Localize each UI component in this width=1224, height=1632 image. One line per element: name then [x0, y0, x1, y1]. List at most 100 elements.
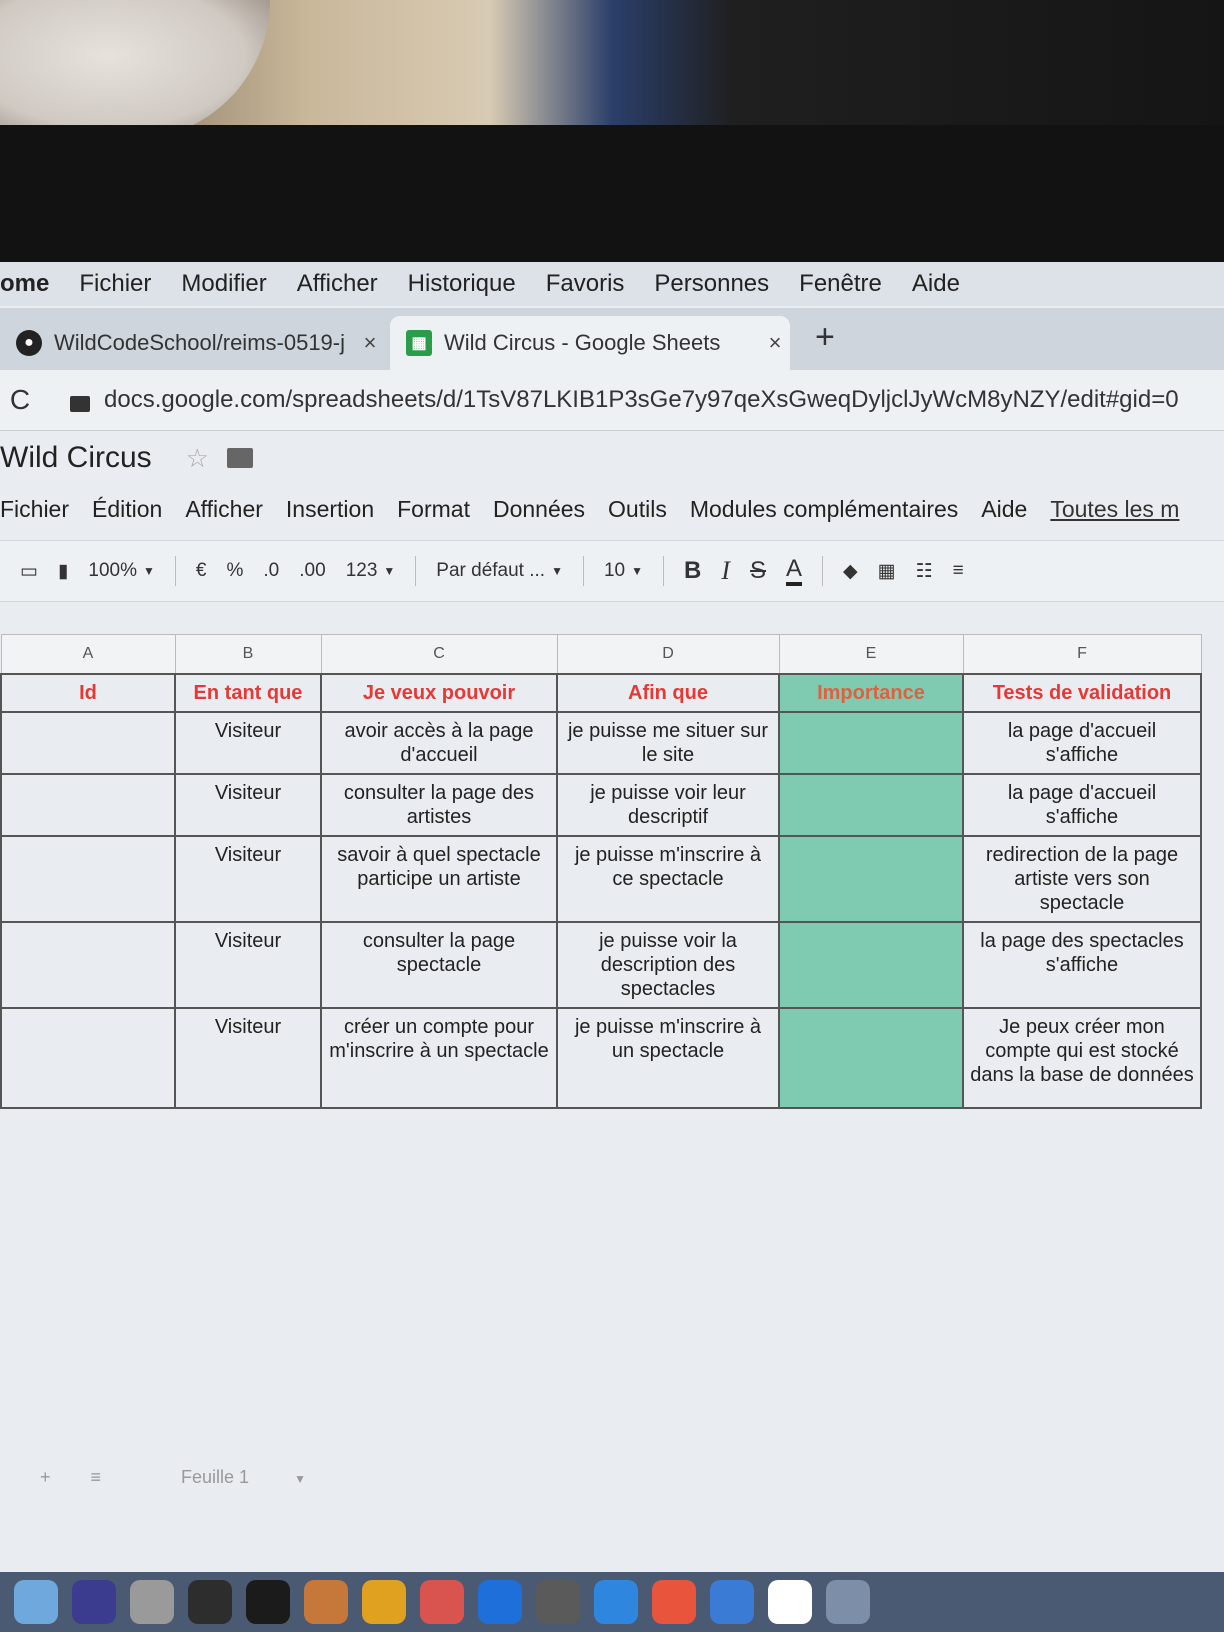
menu-fenetre[interactable]: Fenêtre: [799, 270, 882, 298]
zoom-select[interactable]: 100% ▼: [88, 560, 155, 582]
column-header-a[interactable]: A: [0, 634, 176, 675]
cell[interactable]: [0, 921, 176, 1009]
cell[interactable]: consulter la page spectacle: [320, 921, 558, 1009]
reload-icon[interactable]: C: [0, 384, 40, 416]
cell[interactable]: savoir à quel spectacle participe un art…: [320, 835, 558, 923]
menu-aide[interactable]: Aide: [912, 270, 960, 298]
dock-app-icon[interactable]: [594, 1580, 638, 1624]
cell[interactable]: consulter la page des artistes: [320, 773, 558, 837]
close-icon[interactable]: ×: [355, 330, 385, 356]
percent-button[interactable]: %: [227, 560, 244, 582]
dock-app-icon[interactable]: [14, 1580, 58, 1624]
tab-google-sheets[interactable]: ▦ Wild Circus - Google Sheets ×: [390, 316, 790, 370]
cell[interactable]: Visiteur: [174, 1007, 322, 1109]
url-input[interactable]: docs.google.com/spreadsheets/d/1TsV87LKI…: [104, 386, 1179, 414]
increase-decimal-button[interactable]: .00: [299, 560, 325, 582]
cell[interactable]: je puisse m'inscrire à un spectacle: [556, 1007, 780, 1109]
menu-insertion[interactable]: Insertion: [286, 496, 374, 523]
menu-fichier[interactable]: Fichier: [79, 270, 151, 298]
text-color-button[interactable]: A: [786, 556, 803, 586]
all-sheets-button[interactable]: ≡: [91, 1467, 102, 1488]
cell[interactable]: Visiteur: [174, 773, 322, 837]
cell[interactable]: [0, 773, 176, 837]
cell[interactable]: [778, 773, 964, 837]
dock-app-icon[interactable]: [652, 1580, 696, 1624]
doc-title[interactable]: Wild Circus: [0, 441, 152, 475]
menu-personnes[interactable]: Personnes: [654, 270, 769, 298]
star-icon[interactable]: ☆: [186, 443, 209, 474]
decrease-decimal-button[interactable]: .0: [263, 560, 279, 582]
dock-app-icon[interactable]: [420, 1580, 464, 1624]
cell[interactable]: la page des spectacles s'affiche: [962, 921, 1202, 1009]
print-icon[interactable]: ▭: [20, 560, 38, 583]
header-cell[interactable]: Afin que: [556, 673, 780, 713]
dock-app-icon[interactable]: [478, 1580, 522, 1624]
header-cell[interactable]: Tests de validation: [962, 673, 1202, 713]
number-format-select[interactable]: 123 ▼: [346, 560, 396, 582]
column-header-d[interactable]: D: [556, 634, 780, 675]
new-tab-button[interactable]: +: [815, 318, 835, 357]
cell[interactable]: la page d'accueil s'affiche: [962, 773, 1202, 837]
merge-cells-icon[interactable]: ☷: [916, 560, 933, 583]
align-icon[interactable]: ≡: [953, 560, 964, 582]
cell[interactable]: [778, 1007, 964, 1109]
borders-icon[interactable]: ▦: [878, 560, 896, 583]
cell[interactable]: Visiteur: [174, 835, 322, 923]
folder-icon[interactable]: [226, 448, 253, 468]
tab-github[interactable]: ● WildCodeSchool/reims-0519-j ×: [0, 316, 385, 370]
menu-modules[interactable]: Modules complémentaires: [690, 496, 958, 523]
header-cell[interactable]: Importance: [778, 673, 964, 713]
cell[interactable]: [0, 835, 176, 923]
menu-modifier[interactable]: Modifier: [181, 270, 266, 298]
menu-app-name[interactable]: ome: [0, 270, 49, 298]
bold-button[interactable]: B: [684, 557, 701, 585]
cell[interactable]: je puisse m'inscrire à ce spectacle: [556, 835, 780, 923]
dock-app-icon[interactable]: [304, 1580, 348, 1624]
column-header-b[interactable]: B: [174, 634, 322, 675]
cell[interactable]: [778, 921, 964, 1009]
menu-outils[interactable]: Outils: [608, 496, 667, 523]
cell[interactable]: je puisse voir leur descriptif: [556, 773, 780, 837]
menu-afficher[interactable]: Afficher: [297, 270, 378, 298]
last-edit-link[interactable]: Toutes les m: [1050, 496, 1179, 523]
column-header-e[interactable]: E: [778, 634, 964, 675]
menu-edition[interactable]: Édition: [92, 496, 162, 523]
add-sheet-button[interactable]: +: [40, 1467, 51, 1488]
cell[interactable]: redirection de la page artiste vers son …: [962, 835, 1202, 923]
cell[interactable]: je puisse me situer sur le site: [556, 711, 780, 775]
dock-app-icon[interactable]: [72, 1580, 116, 1624]
cell[interactable]: créer un compte pour m'inscrire à un spe…: [320, 1007, 558, 1109]
strikethrough-button[interactable]: S: [750, 557, 766, 585]
dock-app-icon[interactable]: [710, 1580, 754, 1624]
dock-app-icon[interactable]: [188, 1580, 232, 1624]
menu-afficher[interactable]: Afficher: [185, 496, 263, 523]
cell[interactable]: Visiteur: [174, 711, 322, 775]
menu-donnees[interactable]: Données: [493, 496, 585, 523]
cell[interactable]: [0, 711, 176, 775]
header-cell[interactable]: En tant que: [174, 673, 322, 713]
menu-favoris[interactable]: Favoris: [546, 270, 625, 298]
cell[interactable]: [778, 835, 964, 923]
menu-aide[interactable]: Aide: [981, 496, 1027, 523]
dock-app-icon[interactable]: [826, 1580, 870, 1624]
column-header-f[interactable]: F: [962, 634, 1202, 675]
dock-app-icon[interactable]: [768, 1580, 812, 1624]
sheet-tab-feuille-1[interactable]: Feuille 1 ▼: [141, 1467, 306, 1488]
menu-format[interactable]: Format: [397, 496, 470, 523]
cell[interactable]: Je peux créer mon compte qui est stocké …: [962, 1007, 1202, 1109]
font-size-select[interactable]: 10 ▼: [604, 560, 643, 582]
font-select[interactable]: Par défaut ... ▼: [436, 560, 563, 582]
cell[interactable]: Visiteur: [174, 921, 322, 1009]
menu-fichier[interactable]: Fichier: [0, 496, 69, 523]
close-icon[interactable]: ×: [760, 330, 790, 356]
fill-color-icon[interactable]: ◆: [843, 560, 858, 583]
italic-button[interactable]: I: [721, 556, 730, 586]
currency-button[interactable]: €: [196, 560, 207, 582]
cell[interactable]: [778, 711, 964, 775]
dock-app-icon[interactable]: [130, 1580, 174, 1624]
menu-historique[interactable]: Historique: [408, 270, 516, 298]
cell[interactable]: [0, 1007, 176, 1109]
paint-format-icon[interactable]: ▮: [58, 560, 68, 583]
dock-app-icon[interactable]: [536, 1580, 580, 1624]
cell[interactable]: je puisse voir la description des specta…: [556, 921, 780, 1009]
